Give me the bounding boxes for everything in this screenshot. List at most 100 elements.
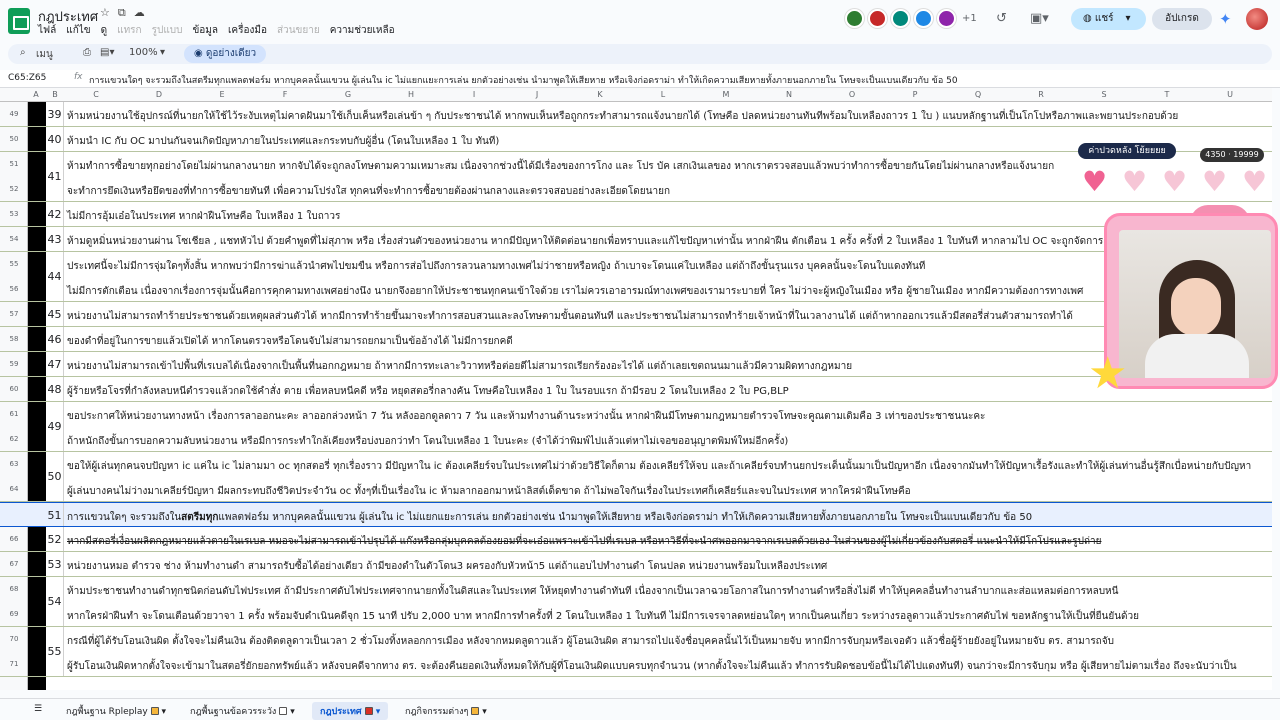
- search-icon[interactable]: ⌕: [20, 47, 26, 58]
- account-avatar[interactable]: [1246, 8, 1268, 30]
- rule-number: 52: [46, 527, 64, 551]
- all-sheets-icon[interactable]: ☰: [34, 704, 42, 714]
- table-row[interactable]: 43 ห้ามดูหมิ่นหน่วยงานผ่าน โซเชียล , แชทห…: [0, 227, 1272, 252]
- stream-overlay-label: ค่าปวดหลัง โย้ยยยย: [1078, 143, 1176, 159]
- print-icon[interactable]: ⎙: [83, 47, 91, 58]
- column-header[interactable]: G: [345, 90, 351, 99]
- view-only-button[interactable]: ◉ ดูอย่างเดียว: [184, 45, 267, 63]
- webcam-video: [1119, 230, 1271, 378]
- table-row[interactable]: 54 ห้ามประชาชนทำงานดำทุกชนิดก่อนดับไฟประเ…: [0, 577, 1272, 627]
- column-header[interactable]: I: [473, 90, 475, 99]
- history-icon[interactable]: ↺: [996, 11, 1007, 26]
- column-header[interactable]: U: [1227, 90, 1233, 99]
- column-header[interactable]: P: [913, 90, 918, 99]
- column-header[interactable]: T: [1165, 90, 1170, 99]
- column-header[interactable]: C: [93, 90, 99, 99]
- rule-text: หน่วยงานไม่สามารถเข้าไปพื้นที่เรเบลได้เน…: [67, 361, 853, 372]
- menu-item[interactable]: แทรก: [117, 23, 141, 38]
- collaborator-avatar[interactable]: [914, 9, 933, 28]
- heart-icon: ♥: [1082, 165, 1108, 198]
- table-row[interactable]: 42 ไม่มีการอุ้มเอ๋อในประเทศ หากฝ่าฝืนโทษค…: [0, 202, 1272, 227]
- chevron-down-icon[interactable]: ▾: [1126, 13, 1131, 24]
- column-header[interactable]: H: [408, 90, 414, 99]
- share-button[interactable]: ◍ แชร์ ▾: [1071, 8, 1146, 30]
- rule-number: 48: [46, 377, 64, 401]
- formula-input[interactable]: การแขวนใดๆ จะรวมถึงในสตรีมทุกแพลตฟอร์ม ห…: [89, 73, 958, 87]
- sheet-tab[interactable]: กฎประเทศ ▾: [312, 702, 389, 720]
- meet-icon[interactable]: ▣▾: [1030, 11, 1049, 26]
- chevron-down-icon[interactable]: ▾: [373, 707, 381, 717]
- rule-number: 42: [46, 202, 64, 226]
- menu-item[interactable]: ไฟล์: [38, 23, 56, 38]
- menu-item[interactable]: รูปแบบ: [152, 23, 183, 38]
- column-header[interactable]: A: [33, 90, 38, 99]
- table-row[interactable]: 52 หากมีสตอรี่เงื่อนผลิตกฎหมายแล้วตายในเร…: [0, 527, 1272, 552]
- table-row[interactable]: 48 ผู้ร้ายหรือโจรที่กำลังหลบหนีตำรวจแล้วก…: [0, 377, 1272, 402]
- rule-number: 54: [46, 577, 64, 626]
- rule-text: ห้ามประชาชนทำงานดำทุกชนิดก่อนดับไฟประเทศ…: [67, 586, 1119, 597]
- menu-search[interactable]: เมนู: [36, 47, 53, 62]
- rule-text: หน่วยงานหมอ ตำรวจ ช่าง ห้ามทำงานดำ สามาร…: [67, 561, 828, 572]
- column-header[interactable]: S: [1101, 90, 1106, 99]
- sheet-tab[interactable]: กฎกิจกรรมต่างๆ ▾: [405, 704, 487, 718]
- table-row[interactable]: 44 ประเทศนี้จะไม่มีการจุ่มใดๆทั้งสิ้น หาก…: [0, 252, 1272, 302]
- rule-text: ไม่มีการอุ้มเอ๋อในประเทศ หากฝ่าฝืนโทษคือ…: [67, 211, 341, 222]
- column-headers: A B C D E F G H I J K L M N O P Q R S T U: [0, 88, 1272, 102]
- chevron-down-icon[interactable]: ▾: [287, 707, 295, 717]
- tab-color-icon: [364, 707, 373, 715]
- gemini-icon[interactable]: ✦: [1219, 10, 1232, 28]
- column-header[interactable]: K: [597, 90, 602, 99]
- column-header[interactable]: B: [52, 90, 58, 99]
- column-header[interactable]: R: [1038, 90, 1044, 99]
- sheet-tab[interactable]: กฎพื้นฐานข้อควรระวัง ▾: [190, 704, 295, 718]
- column-header[interactable]: Q: [975, 90, 981, 99]
- star-icon[interactable]: ☆: [100, 6, 110, 20]
- column-header[interactable]: O: [849, 90, 855, 99]
- column-header[interactable]: L: [661, 90, 665, 99]
- collaborators-more[interactable]: +1: [962, 9, 977, 28]
- zoom-select[interactable]: 100%: [129, 47, 158, 58]
- rule-text: หน่วยงานไม่สามารถทำร้ายประชาชนด้วยเหตุผล…: [67, 311, 1073, 322]
- chevron-down-icon[interactable]: ▾: [479, 707, 487, 717]
- table-row[interactable]: 53 หน่วยงานหมอ ตำรวจ ช่าง ห้ามทำงานดำ สาม…: [0, 552, 1272, 577]
- column-header[interactable]: E: [219, 90, 224, 99]
- table-row[interactable]: 55 กรณีที่ผู้ได้รับโอนเงินผิด ตั้งใจจะไม่…: [0, 627, 1272, 677]
- collaborator-avatar[interactable]: [845, 9, 864, 28]
- menu-item[interactable]: ดู: [101, 23, 108, 38]
- menu-item[interactable]: ความช่วยเหลือ: [330, 23, 395, 38]
- cloud-status-icon[interactable]: ☁: [134, 6, 145, 20]
- rule-text: ขอให้ผู้เล่นทุกคนจบปัญหา ic แค่ใน ic ไม่…: [67, 461, 1252, 472]
- table-row[interactable]: 45 หน่วยงานไม่สามารถทำร้ายประชาชนด้วยเหตุ…: [0, 302, 1272, 327]
- upgrade-button[interactable]: อัปเกรด: [1152, 8, 1212, 30]
- menu-item[interactable]: ข้อมูล: [192, 23, 218, 38]
- menu-item[interactable]: แก้ไข: [66, 23, 90, 38]
- column-header[interactable]: F: [283, 90, 288, 99]
- column-header[interactable]: N: [786, 90, 792, 99]
- move-icon[interactable]: ⧉: [118, 6, 126, 20]
- column-header[interactable]: D: [156, 90, 162, 99]
- table-row[interactable]: 50 ขอให้ผู้เล่นทุกคนจบปัญหา ic แค่ใน ic ไ…: [0, 452, 1272, 502]
- table-row[interactable]: 39 ห้ามหน่วยงานใช้อุปกรณ์ที่นายกให้ใช้ไว้…: [0, 102, 1272, 127]
- collaborator-avatar[interactable]: [937, 9, 956, 28]
- collaborator-avatar[interactable]: [868, 9, 887, 28]
- table-row[interactable]: 46 ของดำที่อยู่ในการขายแล้วเปิดได้ หากโดน…: [0, 327, 1272, 352]
- collaborator-avatar[interactable]: [891, 9, 910, 28]
- chevron-down-icon[interactable]: ▾: [159, 707, 167, 717]
- rule-text: ห้ามนำ IC กับ OC มาปนกันจนเกิดปัญหาภายใน…: [67, 136, 500, 147]
- table-row[interactable]: 51 การแขวนใดๆ จะรวมถึงในสตรีมทุกแพลตฟอร์ม…: [0, 502, 1272, 527]
- sheet-tab[interactable]: กฎพื้นฐาน Rpleplay ▾: [66, 704, 166, 718]
- chevron-down-icon[interactable]: ▾: [160, 47, 165, 58]
- eye-icon: ◉: [194, 48, 206, 59]
- heart-icon: ♥: [1202, 165, 1228, 198]
- rule-text: ของดำที่อยู่ในการขายแล้วเปิดได้ หากโดนตร…: [67, 336, 513, 347]
- name-box[interactable]: C65:Z65: [8, 73, 66, 83]
- menu-item[interactable]: ส่วนขยาย: [277, 23, 320, 38]
- table-row[interactable]: 49 ขอประกาศให้หน่วยงานทางหน้า เรื่องการลา…: [0, 402, 1272, 452]
- menu-item[interactable]: เครื่องมือ: [228, 23, 267, 38]
- sheets-logo-icon[interactable]: [8, 8, 30, 34]
- column-header[interactable]: J: [536, 90, 538, 99]
- paint-format-icon[interactable]: ▤▾: [100, 47, 114, 58]
- column-header[interactable]: M: [723, 90, 730, 99]
- rule-number: 46: [46, 327, 64, 351]
- table-row[interactable]: 47 หน่วยงานไม่สามารถเข้าไปพื้นที่เรเบลได้…: [0, 352, 1272, 377]
